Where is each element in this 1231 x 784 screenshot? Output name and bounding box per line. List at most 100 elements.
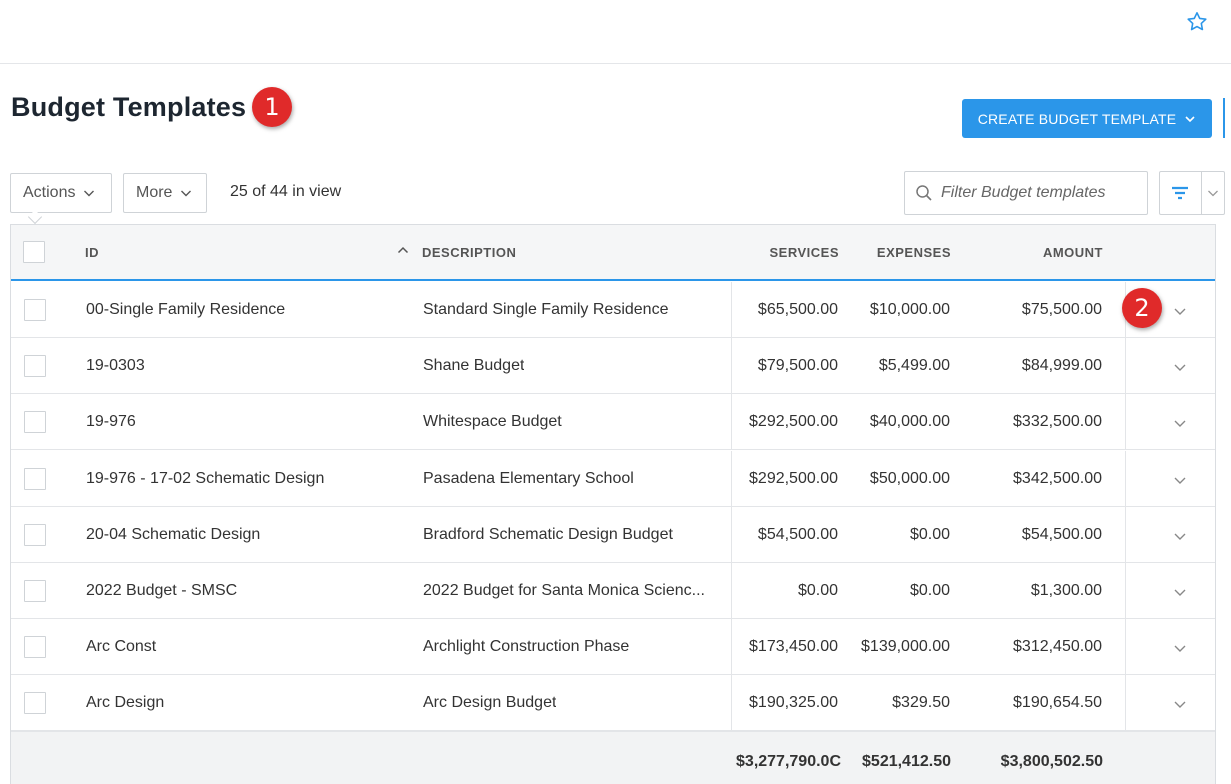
row-services: $54,500.00 <box>757 525 838 543</box>
more-label: More <box>136 184 173 201</box>
row-id[interactable]: 19-976 <box>86 413 136 431</box>
row-services: $0.00 <box>797 582 838 599</box>
column-divider <box>1125 563 1126 619</box>
actions-dropdown[interactable]: Actions <box>10 173 112 213</box>
filter-button-group <box>1159 171 1225 215</box>
chevron-down-icon <box>84 190 95 197</box>
row-checkbox[interactable] <box>24 523 46 546</box>
view-count: 25 of 44 in view <box>230 183 342 200</box>
star-icon[interactable] <box>1185 10 1209 34</box>
table-row[interactable]: 20-04 Schematic Design Bradford Schematic… <box>11 506 1215 563</box>
table-header: ID DESCRIPTION SERVICES EXPENSES AMOUNT <box>11 225 1215 281</box>
row-id[interactable]: 19-0303 <box>86 357 145 375</box>
row-checkbox[interactable] <box>24 355 46 378</box>
table-row[interactable]: 19-976 Whitespace Budget $292,500.00 $40,00… <box>11 394 1215 451</box>
row-checkbox[interactable] <box>24 411 46 434</box>
row-amount: $75,500.00 <box>1021 301 1102 318</box>
row-checkbox[interactable] <box>24 467 46 490</box>
column-header-expenses[interactable]: EXPENSES <box>851 245 951 260</box>
row-checkbox[interactable] <box>24 636 46 659</box>
row-amount: $1,300.00 <box>1030 582 1102 599</box>
chevron-down-icon[interactable] <box>1173 304 1187 318</box>
column-header-amount[interactable]: AMOUNT <box>1003 245 1103 260</box>
row-services: $65,500.00 <box>757 301 838 318</box>
total-amount: $3,800,502.50 <box>1000 753 1103 770</box>
filter-options-button[interactable] <box>1200 172 1224 214</box>
search-icon <box>916 185 932 201</box>
more-dropdown[interactable]: More <box>123 173 207 213</box>
row-id[interactable]: 20-04 Schematic Design <box>86 526 260 544</box>
row-services: $292,500.00 <box>749 469 838 487</box>
edge-divider <box>1223 98 1225 138</box>
chevron-down-icon <box>1185 115 1195 122</box>
row-expenses: $40,000.00 <box>869 413 950 431</box>
column-header-id[interactable]: ID <box>85 245 99 260</box>
column-divider <box>1125 675 1126 732</box>
row-services: $173,450.00 <box>749 638 838 656</box>
callout-marker-2: 2 <box>1122 288 1162 328</box>
table-row[interactable]: 00-Single Family Residence Standard Singl… <box>11 282 1215 338</box>
column-divider <box>1125 394 1126 451</box>
top-bar <box>0 0 1231 64</box>
create-budget-template-button[interactable]: CREATE BUDGET TEMPLATE <box>962 99 1212 138</box>
chevron-down-icon[interactable] <box>1173 585 1187 599</box>
create-button-label: CREATE BUDGET TEMPLATE <box>977 110 1177 127</box>
page-title: Budget Templates <box>11 92 247 122</box>
row-description: Pasadena Elementary School <box>423 469 634 487</box>
filter-button[interactable] <box>1160 172 1201 214</box>
row-description: Archlight Construction Phase <box>423 638 630 656</box>
chevron-down-icon[interactable] <box>1173 697 1187 711</box>
chevron-down-icon[interactable] <box>1173 360 1187 374</box>
budget-templates-table: ID DESCRIPTION SERVICES EXPENSES AMOUNT … <box>10 224 1216 784</box>
row-id[interactable]: Arc Const <box>86 638 156 656</box>
row-services: $79,500.00 <box>757 357 838 375</box>
actions-label: Actions <box>23 184 76 201</box>
chevron-down-icon[interactable] <box>1173 641 1187 655</box>
callout-marker-1: 1 <box>252 87 292 127</box>
chevron-down-icon <box>181 190 192 197</box>
row-id[interactable]: 00-Single Family Residence <box>86 301 285 319</box>
filter-input[interactable] <box>941 184 1141 202</box>
select-all-checkbox[interactable] <box>23 241 45 263</box>
total-services: $3,277,790.0C <box>736 753 841 770</box>
table-row[interactable]: 19-976 - 17-02 Schematic Design Pasadena … <box>11 450 1215 507</box>
row-description: 2022 Budget for Santa Monica Scienc... <box>423 582 705 599</box>
row-amount: $312,450.00 <box>1013 638 1102 656</box>
chevron-down-icon <box>1207 190 1218 197</box>
table-row[interactable]: 19-0303 Shane Budget $79,500.00 $5,499.00 $8… <box>11 338 1215 395</box>
column-header-services[interactable]: SERVICES <box>739 245 839 260</box>
filter-icon <box>1172 186 1189 200</box>
row-expenses: $329.50 <box>892 694 950 712</box>
row-description: Shane Budget <box>423 357 525 375</box>
filter-box <box>904 171 1148 215</box>
row-services: $292,500.00 <box>749 413 838 431</box>
row-description: Whitespace Budget <box>423 413 562 431</box>
row-checkbox[interactable] <box>24 580 46 602</box>
table-totals-row: $3,277,790.0C $521,412.50 $3,800,502.50 <box>11 731 1215 784</box>
table-row[interactable]: 2022 Budget - SMSC 2022 Budget for Santa … <box>11 563 1215 619</box>
row-expenses: $5,499.00 <box>878 357 950 375</box>
row-amount: $84,999.00 <box>1021 357 1102 375</box>
row-checkbox[interactable] <box>24 299 46 321</box>
column-header-description[interactable]: DESCRIPTION <box>422 245 516 260</box>
row-expenses: $10,000.00 <box>869 301 950 318</box>
chevron-down-icon[interactable] <box>1173 416 1187 430</box>
sort-ascending-icon[interactable] <box>397 245 409 255</box>
row-expenses: $50,000.00 <box>869 469 950 487</box>
table-row[interactable]: Arc Design Arc Design Budget $190,325.00 $3… <box>11 675 1215 732</box>
row-id[interactable]: Arc Design <box>86 694 164 712</box>
total-expenses: $521,412.50 <box>862 753 951 770</box>
row-description: Standard Single Family Residence <box>423 301 669 318</box>
row-amount: $190,654.50 <box>1013 694 1102 712</box>
table-row[interactable]: Arc Const Archlight Construction Phase $17… <box>11 619 1215 676</box>
row-id[interactable]: 2022 Budget - SMSC <box>86 582 237 600</box>
chevron-down-icon[interactable] <box>1173 473 1187 487</box>
column-divider <box>1125 506 1126 563</box>
row-checkbox[interactable] <box>24 692 46 715</box>
row-expenses: $0.00 <box>909 582 950 599</box>
column-divider <box>1125 619 1126 676</box>
row-amount: $332,500.00 <box>1013 413 1102 431</box>
column-divider <box>1125 450 1126 507</box>
chevron-down-icon[interactable] <box>1173 529 1187 543</box>
row-id[interactable]: 19-976 - 17-02 Schematic Design <box>86 470 324 488</box>
